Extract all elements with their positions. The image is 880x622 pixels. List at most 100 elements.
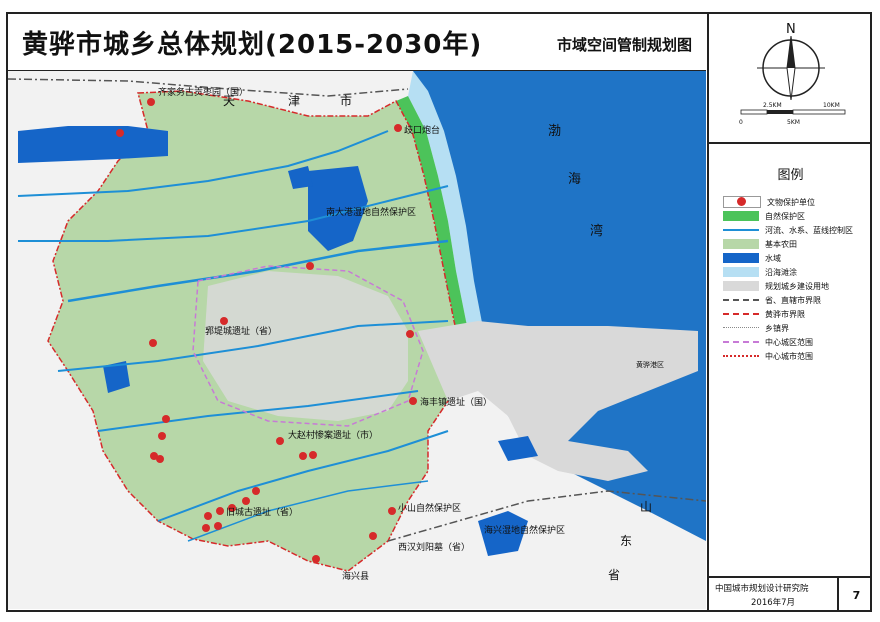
legend-swatch <box>723 239 759 249</box>
legend-label: 河流、水系、蓝线控制区 <box>765 225 853 235</box>
legend-panel: 图例 文物保护单位 自然保护区 河流、水系、蓝线控制区 基本农田 水域 沿海滩涂… <box>709 144 872 576</box>
heritage-site-dot[interactable] <box>149 339 157 347</box>
legend-label: 自然保护区 <box>765 211 805 221</box>
heritage-site-dot[interactable] <box>306 262 314 270</box>
red-dot-icon <box>723 196 761 208</box>
region-label-shandong-2: 东 <box>620 534 632 548</box>
legend-title: 图例 <box>777 168 804 183</box>
region-label-bohai-1: 渤 <box>548 123 561 139</box>
legend-label: 乡镇界 <box>765 323 789 333</box>
heritage-site-dot[interactable] <box>252 487 260 495</box>
heritage-site-dot[interactable] <box>147 98 155 106</box>
scale-bar-segment <box>740 109 768 115</box>
legend-item-town-line: 乡镇界 <box>723 322 789 334</box>
legend-item-water: 水域 <box>723 252 781 264</box>
legend-swatch <box>723 295 759 305</box>
legend-swatch <box>723 253 759 263</box>
legend-label: 黄骅市界限 <box>765 309 805 319</box>
legend-swatch <box>723 211 759 221</box>
region-label-bohai-2: 海 <box>568 172 581 187</box>
legend-label: 规划城乡建设用地 <box>765 281 829 291</box>
page-title: 黄骅市城乡总体规划(2015-2030年) <box>22 30 483 60</box>
site-label: 齐家务古贡枣园（国） <box>158 86 248 98</box>
heritage-site-dot[interactable] <box>242 497 250 505</box>
legend-label: 水域 <box>765 253 781 263</box>
site-label: 旧城古遗址（省） <box>226 506 298 518</box>
legend-swatch <box>723 309 759 319</box>
legend-label: 文物保护单位 <box>767 197 815 207</box>
legend-swatch <box>723 323 759 333</box>
site-label: 南大港湿地自然保护区 <box>326 206 416 218</box>
heritage-site-dot[interactable] <box>214 522 222 530</box>
footer-date: 2016年7月 <box>751 598 796 608</box>
site-label: 西汉刘阳墓（省） <box>398 541 470 553</box>
legend-item-reserve: 自然保护区 <box>723 210 805 222</box>
site-label: 海兴湿地自然保护区 <box>484 524 565 536</box>
heritage-site-dot[interactable] <box>116 129 124 137</box>
heritage-site-dot[interactable] <box>369 532 377 540</box>
legend-label: 省、直辖市界限 <box>765 295 821 305</box>
heritage-site-dot[interactable] <box>162 415 170 423</box>
footer-panel: 中国城市规划设计研究院 2016年7月 7 <box>709 576 872 612</box>
heritage-site-dot[interactable] <box>388 507 396 515</box>
heritage-site-dot[interactable] <box>309 451 317 459</box>
north-label: N <box>786 22 796 37</box>
legend-item-river: 河流、水系、蓝线控制区 <box>723 224 853 236</box>
map-canvas[interactable]: 天 津 市 渤 海 湾 山 东 省 齐家务古贡枣园（国） 歧口炮台 南大港湿地自… <box>8 71 706 609</box>
side-panel: N 2.5KM 10KM 0 5KM 图例 文物保护单位 自然保护区 河流、水系… <box>707 14 872 612</box>
legend-item-city-line: 黄骅市界限 <box>723 308 805 320</box>
legend-swatch <box>723 337 759 347</box>
map-svg[interactable]: 天 津 市 渤 海 湾 山 东 省 齐家务古贡枣园（国） 歧口炮台 南大港湿地自… <box>8 71 706 609</box>
legend-swatch <box>723 225 759 235</box>
heritage-site-dot[interactable] <box>216 507 224 515</box>
scale-label: 2.5KM <box>763 102 782 109</box>
region-label-bohai-3: 湾 <box>590 223 603 239</box>
page-number: 7 <box>837 578 874 612</box>
heritage-site-dot[interactable] <box>406 330 414 338</box>
legend-item-heritage: 文物保护单位 <box>723 196 815 208</box>
scale-label: 10KM <box>823 102 840 109</box>
site-label: 黄骅港区 <box>636 360 664 369</box>
heritage-site-dot[interactable] <box>204 512 212 520</box>
legend-item-farmland: 基本农田 <box>723 238 797 250</box>
heritage-site-dot[interactable] <box>394 124 402 132</box>
heritage-site-dot[interactable] <box>312 555 320 563</box>
heritage-site-dot[interactable] <box>158 432 166 440</box>
central-city-area <box>203 271 408 421</box>
legend-label: 中心城区范围 <box>765 337 813 347</box>
region-label-shandong-3: 省 <box>608 568 620 582</box>
legend-item-district-line: 中心城区范围 <box>723 336 813 348</box>
heritage-site-dot[interactable] <box>276 437 284 445</box>
region-label-tianjin-2: 津 <box>288 94 300 108</box>
map-subtitle: 市域空间管制规划图 <box>556 36 692 54</box>
legend-swatch <box>723 351 759 361</box>
legend-item-tidal: 沿海滩涂 <box>723 266 797 278</box>
heritage-site-dot[interactable] <box>156 455 164 463</box>
site-label: 海丰镇遗址（国） <box>420 396 492 408</box>
legend-item-province-line: 省、直辖市界限 <box>723 294 821 306</box>
footer-org: 中国城市规划设计研究院 <box>715 584 809 594</box>
region-label-shandong-1: 山 <box>640 500 652 514</box>
compass-panel: N 2.5KM 10KM 0 5KM <box>709 14 872 144</box>
legend-item-central-line: 中心城市范围 <box>723 350 813 362</box>
legend-item-construction: 规划城乡建设用地 <box>723 280 829 292</box>
heritage-site-dot[interactable] <box>202 524 210 532</box>
heritage-site-dot[interactable] <box>220 317 228 325</box>
scale-label: 5KM <box>787 119 800 126</box>
title-bar: 黄骅市城乡总体规划(2015-2030年) 市域空间管制规划图 <box>8 14 706 72</box>
scale-label: 0 <box>739 119 743 126</box>
site-label: 郛堤城遗址（省） <box>205 325 277 337</box>
legend-label: 沿海滩涂 <box>765 267 797 277</box>
heritage-site-dot[interactable] <box>299 452 307 460</box>
region-label-tianjin-3: 市 <box>340 93 352 108</box>
site-label: 小山自然保护区 <box>398 502 461 514</box>
scale-bar-segment <box>792 109 846 115</box>
legend-swatch <box>723 281 759 291</box>
legend-label: 基本农田 <box>765 239 797 249</box>
scale-bar-segment <box>767 110 793 114</box>
compass-svg: N 2.5KM 10KM 0 5KM <box>739 22 846 126</box>
legend-label: 中心城市范围 <box>765 351 813 361</box>
site-label: 大赵村惨案遗址（市） <box>288 429 378 441</box>
heritage-site-dot[interactable] <box>409 397 417 405</box>
legend-swatch <box>723 267 759 277</box>
